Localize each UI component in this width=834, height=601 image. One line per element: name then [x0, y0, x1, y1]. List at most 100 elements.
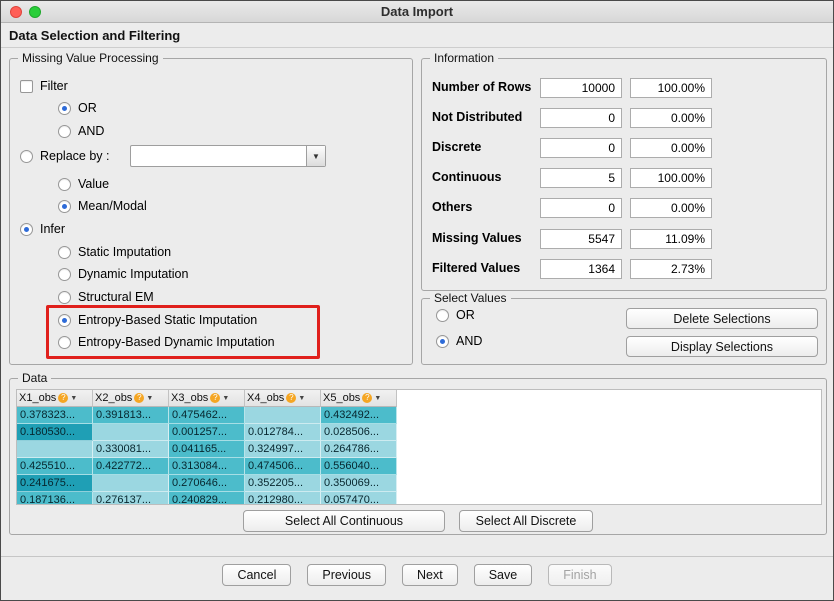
info-row-missing-values: Missing Values 5547 11.09% — [422, 229, 826, 249]
table-cell[interactable]: 0.241675... — [17, 475, 93, 492]
radio-value[interactable]: Value — [58, 176, 109, 192]
radio-label: Replace by : — [40, 149, 109, 163]
cancel-button[interactable]: Cancel — [222, 564, 291, 586]
radio-filter-and[interactable]: AND — [58, 123, 104, 139]
delete-selections-button[interactable]: Delete Selections — [626, 308, 818, 329]
table-row: 0.180530... 0.001257... 0.012784... 0.02… — [17, 424, 821, 441]
table-row: 0.425510... 0.422772... 0.313084... 0.47… — [17, 458, 821, 475]
table-cell[interactable]: 0.012784... — [245, 424, 321, 441]
table-cell[interactable]: 0.378323... — [17, 407, 93, 424]
column-header-x1-obs[interactable]: X1_obs ? ▼ — [17, 390, 93, 407]
table-cell[interactable]: 0.350069... — [321, 475, 397, 492]
radio-icon — [436, 335, 449, 348]
table-cell[interactable]: 0.001257... — [169, 424, 245, 441]
radio-filter-or[interactable]: OR — [58, 100, 97, 116]
table-cell[interactable]: 0.330081... — [93, 441, 169, 458]
table-cell[interactable]: 0.391813... — [93, 407, 169, 424]
table-header-row: X1_obs ? ▼ X2_obs ? ▼ X3_obs ? ▼ X4_obs … — [17, 390, 821, 407]
save-button[interactable]: Save — [474, 564, 533, 586]
table-cell[interactable] — [245, 407, 321, 424]
radio-infer[interactable]: Infer — [20, 221, 65, 237]
table-cell[interactable]: 0.212980... — [245, 492, 321, 505]
info-percent-field: 11.09% — [630, 229, 712, 249]
radio-icon — [20, 223, 33, 236]
replace-by-combobox[interactable]: ▼ — [130, 145, 326, 167]
radio-structural-em[interactable]: Structural EM — [58, 289, 154, 305]
table-cell[interactable]: 0.475462... — [169, 407, 245, 424]
table-cell[interactable]: 0.264786... — [321, 441, 397, 458]
combobox-caret-icon[interactable]: ▼ — [306, 146, 325, 166]
table-cell[interactable] — [17, 441, 93, 458]
table-cell[interactable]: 0.556040... — [321, 458, 397, 475]
column-menu-caret-icon[interactable]: ▼ — [146, 395, 153, 402]
table-cell[interactable]: 0.474506... — [245, 458, 321, 475]
data-group: Data X1_obs ? ▼ X2_obs ? ▼ X3_obs ? ▼ — [9, 378, 827, 535]
info-percent-field: 0.00% — [630, 198, 712, 218]
table-cell[interactable]: 0.432492... — [321, 407, 397, 424]
table-cell[interactable] — [93, 424, 169, 441]
radio-mean-modal[interactable]: Mean/Modal — [58, 198, 147, 214]
missing-value-processing-group: Missing Value Processing Filter OR AND R… — [9, 58, 413, 365]
zoom-button-icon[interactable] — [29, 6, 41, 18]
column-header-x2-obs[interactable]: X2_obs ? ▼ — [93, 390, 169, 407]
filter-checkbox[interactable]: Filter — [20, 78, 68, 94]
filter-label: Filter — [40, 79, 68, 93]
column-name: X5_obs — [323, 392, 360, 404]
table-cell[interactable] — [93, 475, 169, 492]
previous-button[interactable]: Previous — [307, 564, 386, 586]
info-label: Number of Rows — [432, 80, 531, 94]
info-row-others: Others 0 0.00% — [422, 198, 826, 218]
group-title: Select Values — [430, 291, 511, 306]
group-title: Missing Value Processing — [18, 51, 163, 66]
missing-indicator-icon: ? — [58, 393, 68, 403]
window-controls — [10, 6, 41, 18]
radio-dynamic-imputation[interactable]: Dynamic Imputation — [58, 266, 188, 282]
table-cell[interactable]: 0.057470... — [321, 492, 397, 505]
radio-static-imputation[interactable]: Static Imputation — [58, 244, 171, 260]
table-cell[interactable]: 0.422772... — [93, 458, 169, 475]
column-header-x5-obs[interactable]: X5_obs ? ▼ — [321, 390, 397, 407]
column-menu-caret-icon[interactable]: ▼ — [374, 395, 381, 402]
column-menu-caret-icon[interactable]: ▼ — [222, 395, 229, 402]
column-name: X1_obs — [19, 392, 56, 404]
radio-replace-by[interactable]: Replace by : — [20, 148, 109, 164]
table-cell[interactable]: 0.187136... — [17, 492, 93, 505]
display-selections-button[interactable]: Display Selections — [626, 336, 818, 357]
radio-select-values-or[interactable]: OR — [436, 307, 475, 323]
page-title: Data Selection and Filtering — [1, 23, 833, 48]
column-header-x4-obs[interactable]: X4_obs ? ▼ — [245, 390, 321, 407]
table-cell[interactable]: 0.352205... — [245, 475, 321, 492]
table-cell[interactable]: 0.180530... — [17, 424, 93, 441]
radio-label: Structural EM — [78, 290, 154, 304]
select-values-group: Select Values OR AND Delete Selections D… — [421, 298, 827, 365]
info-value-field: 10000 — [540, 78, 622, 98]
table-cell[interactable]: 0.028506... — [321, 424, 397, 441]
close-button-icon[interactable] — [10, 6, 22, 18]
table-row: 0.187136... 0.276137... 0.240829... 0.21… — [17, 492, 821, 505]
info-percent-field: 0.00% — [630, 138, 712, 158]
next-button[interactable]: Next — [402, 564, 458, 586]
table-cell[interactable]: 0.276137... — [93, 492, 169, 505]
info-value-field: 5 — [540, 168, 622, 188]
table-cell[interactable]: 0.041165... — [169, 441, 245, 458]
table-cell[interactable]: 0.313084... — [169, 458, 245, 475]
title-bar[interactable]: Data Import — [1, 1, 833, 23]
radio-icon — [58, 291, 71, 304]
table-cell[interactable]: 0.425510... — [17, 458, 93, 475]
combobox-value — [131, 146, 306, 166]
table-cell[interactable]: 0.240829... — [169, 492, 245, 505]
info-label: Continuous — [432, 170, 501, 184]
table-cell[interactable]: 0.270646... — [169, 475, 245, 492]
select-all-discrete-button[interactable]: Select All Discrete — [459, 510, 593, 532]
column-header-x3-obs[interactable]: X3_obs ? ▼ — [169, 390, 245, 407]
column-menu-caret-icon[interactable]: ▼ — [298, 395, 305, 402]
radio-icon — [58, 246, 71, 259]
data-table[interactable]: X1_obs ? ▼ X2_obs ? ▼ X3_obs ? ▼ X4_obs … — [16, 389, 822, 505]
select-all-continuous-button[interactable]: Select All Continuous — [243, 510, 445, 532]
info-row-not-distributed: Not Distributed 0 0.00% — [422, 108, 826, 128]
table-row: 0.241675... 0.270646... 0.352205... 0.35… — [17, 475, 821, 492]
radio-select-values-and[interactable]: AND — [436, 333, 482, 349]
info-label: Others — [432, 200, 472, 214]
column-menu-caret-icon[interactable]: ▼ — [70, 395, 77, 402]
table-cell[interactable]: 0.324997... — [245, 441, 321, 458]
